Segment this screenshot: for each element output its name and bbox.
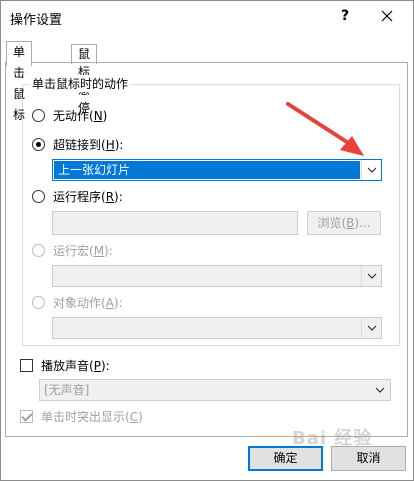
cancel-button[interactable]: 取消 [331, 446, 406, 471]
radio-hyperlink-label: 超链接到(H): [53, 137, 124, 152]
hyperlink-dropdown-button[interactable] [361, 160, 381, 180]
radio-row-object-action[interactable]: 对象动作(A): [32, 293, 123, 311]
play-sound-label: 播放声音(P): [41, 358, 110, 373]
program-path-input[interactable] [52, 211, 298, 235]
radio-object-action[interactable] [32, 295, 45, 309]
sound-dropdown-button[interactable] [370, 380, 390, 400]
group-title: 单击鼠标时的动作 [29, 75, 132, 92]
sound-select-value: [无声音] [44, 383, 90, 397]
tab-mouse-click-label: 单击鼠标 [13, 45, 26, 122]
radio-none[interactable] [32, 108, 45, 122]
highlight-row[interactable]: 单击时突出显示(C) [20, 407, 143, 425]
close-button[interactable] [378, 6, 396, 26]
radio-row-run-macro[interactable]: 运行宏(M): [32, 241, 113, 259]
tab-mouse-over[interactable]: 鼠标悬停 [71, 44, 98, 115]
play-sound-row[interactable]: 播放声音(P): [20, 356, 110, 374]
radio-row-hyperlink[interactable]: 超链接到(H): [32, 135, 123, 153]
chevron-down-icon [375, 387, 385, 393]
help-button[interactable]: ? [337, 6, 353, 26]
macro-select[interactable] [52, 265, 382, 287]
object-action-select[interactable] [52, 317, 382, 339]
radio-hyperlink[interactable] [32, 137, 45, 151]
radio-run-program[interactable] [32, 189, 45, 203]
radio-row-none[interactable]: 无动作(N) [32, 106, 107, 124]
sound-select[interactable]: [无声音] [39, 379, 391, 401]
radio-none-label: 无动作(N) [53, 108, 108, 123]
macro-dropdown-button[interactable] [361, 266, 381, 286]
radio-run-macro-label: 运行宏(M): [53, 243, 113, 258]
radio-row-run-program[interactable]: 运行程序(R): [32, 187, 123, 205]
close-icon [381, 10, 393, 22]
dialog-title: 操作设置 [10, 13, 63, 28]
radio-object-action-label: 对象动作(A): [53, 295, 123, 310]
chevron-down-icon [367, 167, 376, 173]
object-action-dropdown-button[interactable] [361, 318, 381, 338]
highlight-checkbox[interactable] [20, 409, 33, 423]
title-bar: 操作设置 ? [1, 1, 413, 31]
hyperlink-select[interactable]: 上一张幻灯片 [52, 159, 382, 181]
tab-mouse-click[interactable]: 单击鼠标 [6, 41, 33, 122]
chevron-down-icon [367, 273, 376, 279]
radio-run-macro[interactable] [32, 243, 45, 257]
hyperlink-select-value: 上一张幻灯片 [54, 161, 360, 179]
chevron-down-icon [367, 325, 376, 331]
red-arrow-annotation [286, 102, 364, 156]
play-sound-checkbox[interactable] [20, 358, 33, 372]
radio-run-program-label: 运行程序(R): [53, 189, 123, 204]
highlight-label: 单击时突出显示(C) [41, 409, 143, 424]
ok-button[interactable]: 确定 [248, 446, 323, 471]
browse-button[interactable]: 浏览(B)... [307, 211, 381, 235]
